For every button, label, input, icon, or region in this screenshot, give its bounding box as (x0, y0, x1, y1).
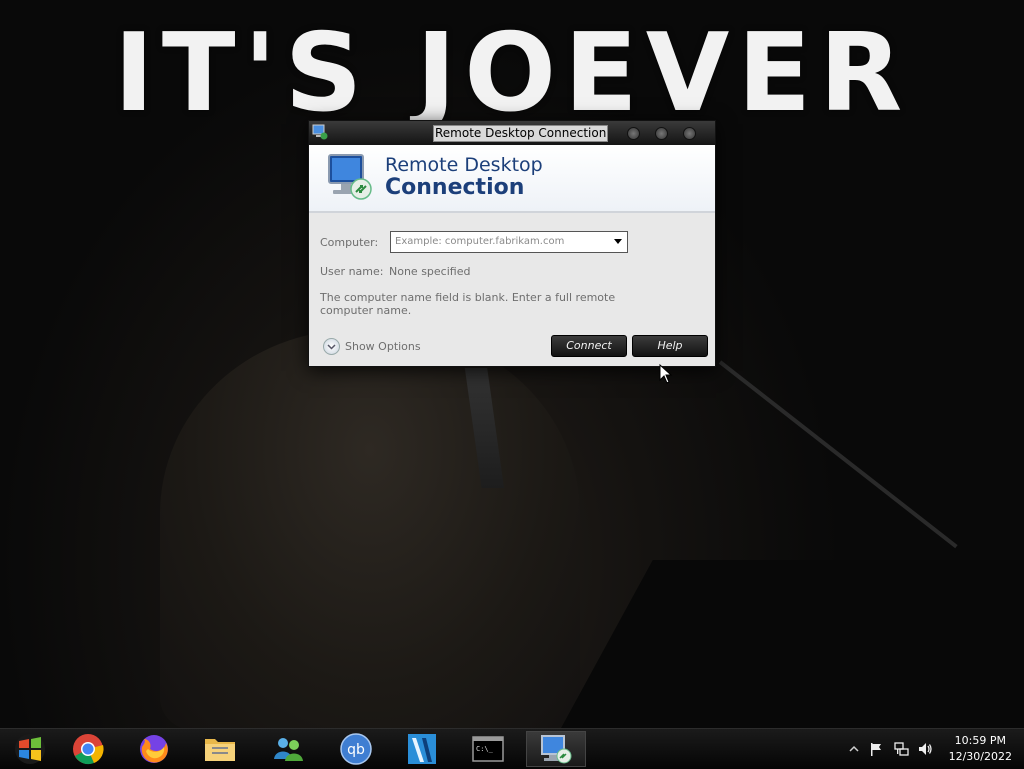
messenger-icon (274, 738, 303, 761)
computer-label: Computer: (320, 236, 379, 249)
taskbar: qb C:\_ 10:59 PM 12/30/2022 (0, 728, 1024, 769)
show-options-button[interactable]: Show Options (345, 340, 421, 353)
header-title-line2: Connection (385, 175, 525, 200)
taskbar-file-explorer[interactable] (190, 731, 250, 767)
taskbar-qbittorrent[interactable]: qb (326, 731, 386, 767)
wallpaper-podium (560, 560, 1024, 728)
remote-desktop-monitor-icon (328, 154, 372, 200)
remote-desktop-icon (312, 124, 328, 140)
terminal-label: C:\_ (476, 745, 494, 753)
chevron-down-icon[interactable] (611, 234, 625, 248)
help-button[interactable]: Help (632, 335, 708, 357)
computer-combobox[interactable] (390, 231, 628, 253)
status-message: The computer name field is blank. Enter … (320, 291, 616, 317)
taskbar-video-editor[interactable] (392, 731, 452, 767)
wallpaper-banner-text: IT'S JOEVER (113, 11, 911, 136)
firefox-icon (140, 735, 168, 763)
clock-date: 12/30/2022 (948, 750, 1012, 763)
system-clock[interactable]: 10:59 PM 12/30/2022 (949, 733, 1012, 765)
terminal-icon: C:\_ (472, 736, 504, 762)
chrome-icon (73, 734, 104, 765)
network-icon[interactable] (893, 741, 909, 757)
wallpaper-person (160, 330, 580, 728)
expand-options-icon[interactable] (323, 338, 340, 355)
volume-icon[interactable] (917, 741, 933, 757)
window-title: Remote Desktop Connection (433, 125, 609, 142)
taskbar-command-prompt[interactable]: C:\_ (458, 731, 518, 767)
action-center-flag-icon[interactable] (868, 741, 884, 757)
taskbar-firefox[interactable] (124, 731, 184, 767)
maximize-button[interactable] (655, 127, 668, 140)
desktop: IT'S JOEVER Remote Desktop Connection Re… (0, 0, 1024, 728)
wallpaper-microphone (718, 360, 958, 549)
start-button[interactable] (0, 731, 60, 767)
mouse-cursor-icon (659, 364, 673, 384)
computer-input[interactable] (393, 233, 607, 249)
remote-desktop-dialog: Remote Desktop Connection Remote Desktop… (308, 120, 716, 367)
username-value: None specified (389, 265, 471, 278)
qbittorrent-label: qb (347, 742, 365, 758)
connect-button[interactable]: Connect (551, 335, 627, 357)
remote-desktop-icon (541, 735, 572, 764)
folder-icon (205, 739, 235, 761)
taskbar-remote-desktop[interactable] (526, 731, 586, 767)
close-button[interactable] (683, 127, 696, 140)
header-title-line1: Remote Desktop (385, 154, 543, 176)
dialog-header: Remote Desktop Connection (309, 145, 715, 213)
minimize-button[interactable] (627, 127, 640, 140)
video-app-icon (408, 734, 436, 764)
show-hidden-icons-icon[interactable] (846, 741, 862, 757)
username-label: User name: (320, 265, 384, 278)
windows-start-orb-icon (15, 734, 45, 764)
taskbar-messenger[interactable] (258, 731, 318, 767)
title-bar[interactable]: Remote Desktop Connection (309, 121, 715, 145)
clock-time: 10:59 PM (954, 734, 1006, 747)
taskbar-chrome[interactable] (58, 731, 118, 767)
qbittorrent-icon: qb (340, 733, 372, 765)
